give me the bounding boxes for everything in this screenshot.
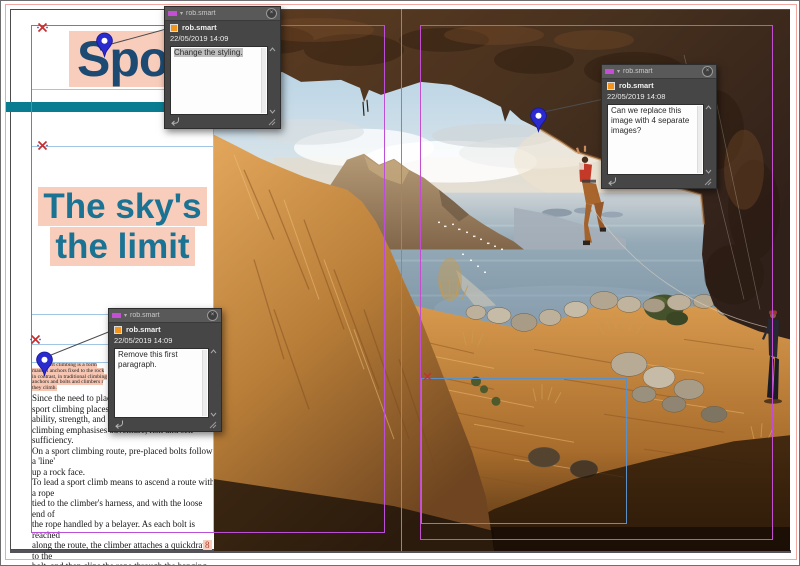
user-color-swatch [170,23,178,32]
note-color-swatch [168,11,177,16]
frame-edge-h6 [31,532,214,533]
empty-text-frame[interactable] [421,378,627,524]
note-text: Remove this first paragraph. [118,350,178,369]
note-timestamp: 22/05/2019 14:08 [607,92,666,101]
comment-note[interactable]: ▾ rob.smart × rob.smart 22/05/2019 14:09… [164,6,281,129]
user-color-swatch [114,325,122,334]
chevron-down-icon[interactable]: ▾ [180,11,183,17]
close-icon[interactable]: × [702,66,713,77]
frame-edge-left [31,26,32,532]
spread-spine [401,9,402,551]
comment-pin-icon[interactable] [95,32,114,58]
note-body: rob.smart 22/05/2019 14:08 Can we replac… [602,79,716,188]
chevron-up-icon[interactable] [210,349,217,354]
frame-edge-h2 [31,146,214,147]
page-number: 8 [203,540,212,550]
user-color-swatch [607,81,615,90]
chevron-up-icon[interactable] [269,47,276,52]
note-anchor-icon[interactable] [30,334,41,345]
note-body: rob.smart 22/05/2019 14:09 Change the st… [165,21,280,128]
close-icon[interactable]: × [207,310,218,321]
note-text: Change the styling. [174,48,243,57]
reply-arrow-icon[interactable] [170,117,180,126]
chevron-up-icon[interactable] [705,105,712,110]
close-icon[interactable]: × [266,8,277,19]
note-anchor-icon[interactable] [423,372,432,381]
comment-note[interactable]: ▾ rob.smart × rob.smart 22/05/2019 14:08… [601,64,717,189]
note-title-user: rob.smart [623,68,653,75]
reply-arrow-icon[interactable] [114,420,124,429]
chevron-down-icon[interactable]: ▾ [617,69,620,75]
note-color-swatch [605,69,614,74]
note-user-name: rob.smart [182,23,217,32]
note-text: Can we replace this image with 4 separat… [611,106,690,135]
textarea-scrollbar[interactable] [697,106,702,173]
subhead-frame[interactable]: The sky's the limit [31,187,214,267]
note-title-bar[interactable]: ▾ rob.smart × [602,65,716,79]
note-anchor-icon[interactable] [37,140,48,151]
resize-grip-icon[interactable] [704,178,712,186]
note-title-bar[interactable]: ▾ rob.smart × [165,7,280,21]
textarea-scrollbar[interactable] [261,48,266,113]
comment-note[interactable]: ▾ rob.smart × rob.smart 22/05/2019 14:09… [108,308,222,432]
note-title-user: rob.smart [130,312,160,319]
layout-canvas: Sport The sky's the limit Sport climbing … [0,0,800,566]
resize-grip-icon[interactable] [209,421,217,429]
note-text-area[interactable]: Remove this first paragraph. [114,348,209,418]
note-text-area[interactable]: Can we replace this image with 4 separat… [607,104,704,175]
note-title-user: rob.smart [186,10,216,17]
reply-arrow-icon[interactable] [607,177,617,186]
chevron-down-icon[interactable] [705,169,712,174]
note-timestamp: 22/05/2019 14:09 [114,336,173,345]
comment-pin-icon[interactable] [529,107,548,133]
textarea-scrollbar[interactable] [202,350,207,416]
note-body: rob.smart 22/05/2019 14:09 Remove this f… [109,323,221,431]
comment-pin-icon[interactable] [35,351,54,377]
resize-grip-icon[interactable] [268,118,276,126]
note-text-area[interactable]: Change the styling. [170,46,268,115]
chevron-down-icon[interactable] [210,412,217,417]
subhead-text[interactable]: The sky's the limit [38,187,207,266]
note-color-swatch [112,313,121,318]
chevron-down-icon[interactable] [269,109,276,114]
chevron-down-icon[interactable]: ▾ [124,313,127,319]
note-user-name: rob.smart [126,325,161,334]
note-timestamp: 22/05/2019 14:09 [170,34,229,43]
note-title-bar[interactable]: ▾ rob.smart × [109,309,221,323]
note-user-name: rob.smart [619,81,654,90]
note-anchor-icon[interactable] [37,22,48,33]
